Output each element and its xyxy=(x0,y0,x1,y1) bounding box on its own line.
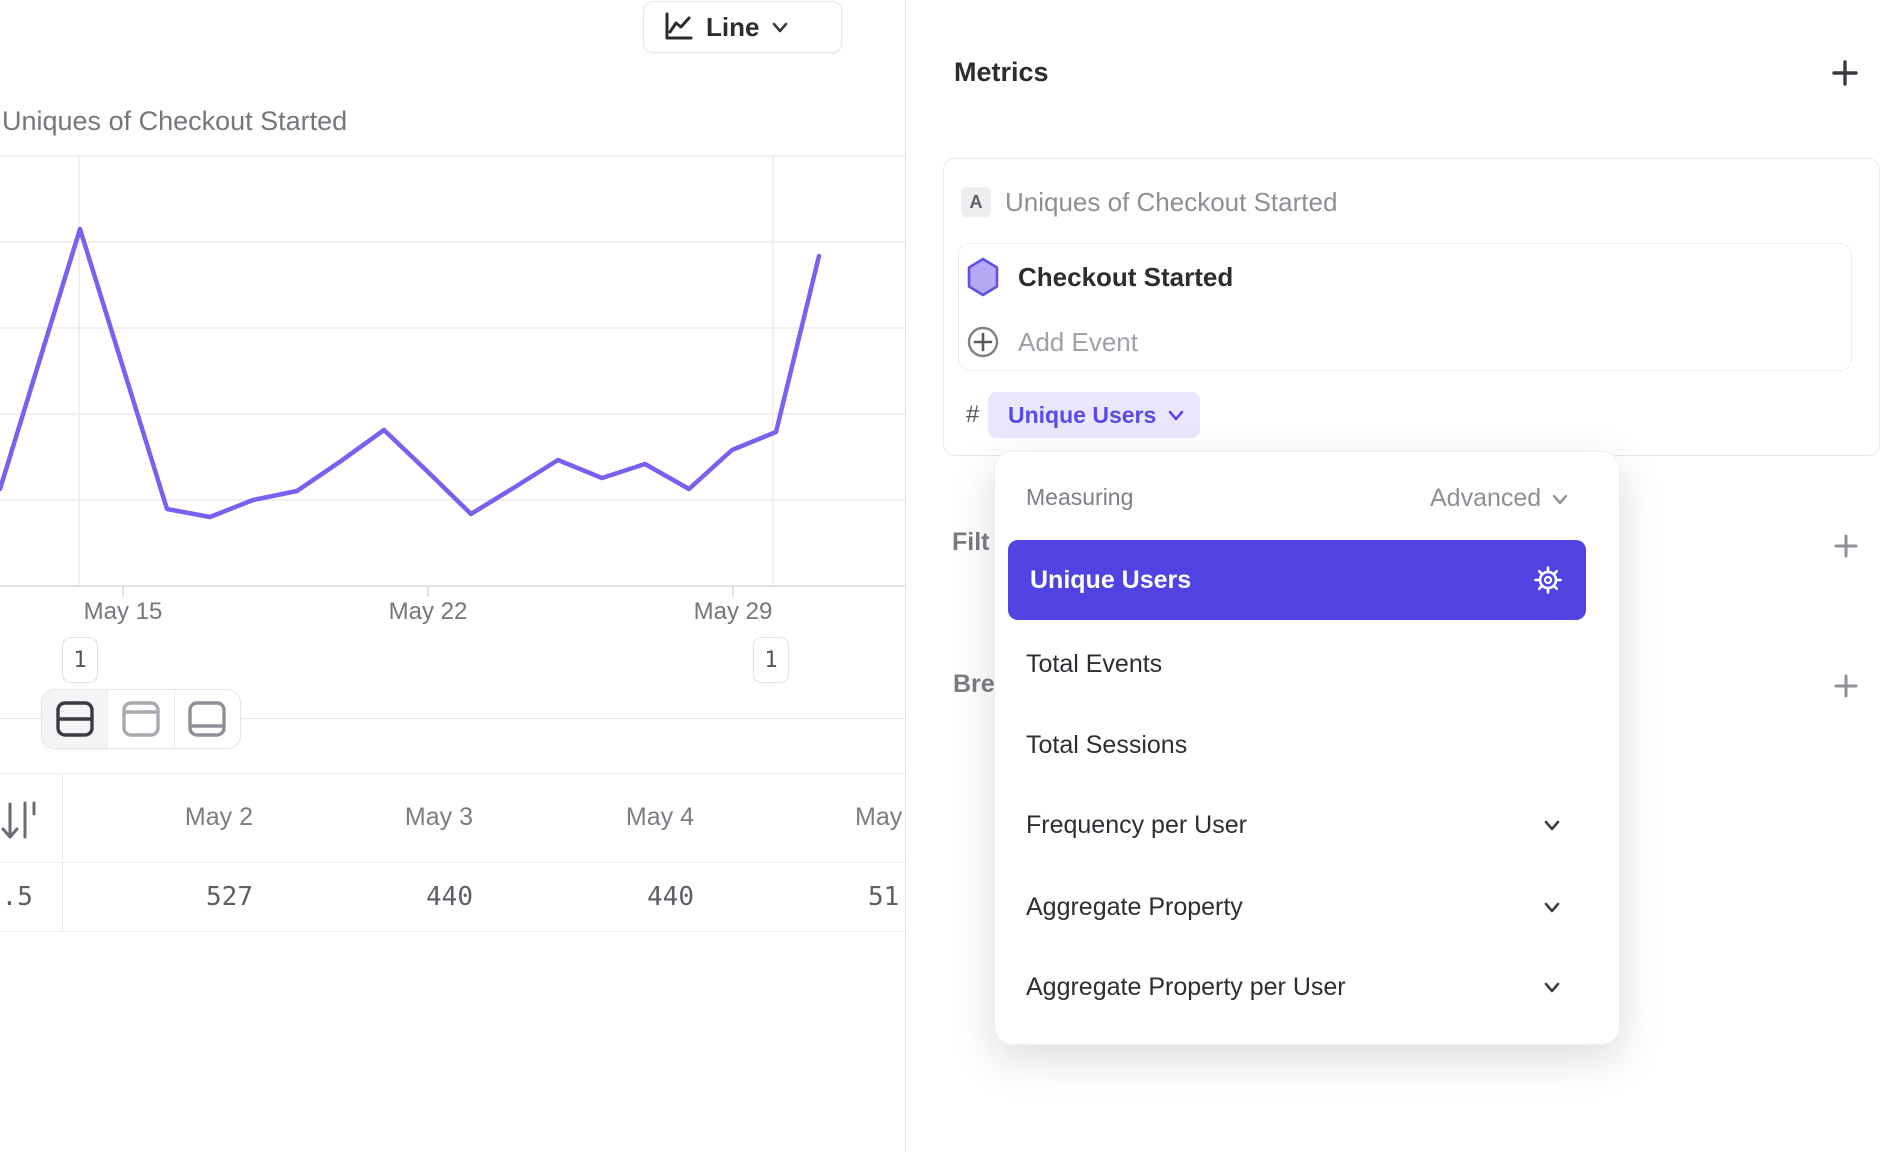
metric-letter-badge: A xyxy=(961,187,991,217)
chevron-down-icon xyxy=(1549,488,1571,510)
table-row-border xyxy=(0,931,905,932)
dropdown-item-total-sessions[interactable]: Total Sessions xyxy=(1008,705,1586,785)
measure-hash-symbol: # xyxy=(966,401,979,429)
chart-title: Uniques of Checkout Started xyxy=(2,106,347,137)
chevron-down-icon xyxy=(1540,895,1564,919)
add-event-button[interactable]: Add Event xyxy=(966,320,1844,364)
layout-chart-only-button[interactable] xyxy=(107,690,173,748)
breakdowns-section-label: Bre xyxy=(953,670,995,699)
dropdown-item-total-events[interactable]: Total Events xyxy=(1008,624,1586,704)
chart-series-line xyxy=(0,229,819,517)
measuring-label: Measuring xyxy=(1026,484,1133,511)
annotation-badge[interactable]: 1 xyxy=(753,637,789,683)
advanced-toggle[interactable]: Advanced xyxy=(1430,484,1598,513)
split-view-icon xyxy=(54,699,96,739)
annotation-badge[interactable]: 1 xyxy=(62,637,98,683)
advanced-label: Advanced xyxy=(1430,484,1541,513)
selected-item-label: Unique Users xyxy=(1030,566,1191,595)
metric-card-title[interactable]: Uniques of Checkout Started xyxy=(1005,187,1337,218)
item-label: Total Events xyxy=(1026,650,1162,679)
measure-selector-chip[interactable]: Unique Users xyxy=(988,392,1200,438)
layout-split-button[interactable] xyxy=(42,690,107,748)
circle-plus-icon xyxy=(966,325,1000,359)
table-cell: 440 xyxy=(253,862,473,931)
add-event-label: Add Event xyxy=(1018,327,1138,358)
chart-type-button[interactable]: Line xyxy=(643,1,842,53)
dropdown-item-unique-users-selected[interactable]: Unique Users xyxy=(1008,540,1586,620)
chart-type-label: Line xyxy=(706,12,759,43)
table-cell: 51 xyxy=(868,862,905,931)
line-chart[interactable] xyxy=(0,140,905,610)
hexagon-event-icon xyxy=(966,257,1000,297)
metrics-section-title: Metrics xyxy=(954,57,1049,88)
table-cell: 440 xyxy=(474,862,694,931)
table-header-cell[interactable]: May xyxy=(855,773,905,862)
dropdown-item-frequency-per-user[interactable]: Frequency per User xyxy=(1008,785,1586,865)
x-axis-label: May 22 xyxy=(389,598,468,626)
layout-table-only-button[interactable] xyxy=(174,690,240,748)
filters-section-label: Filt xyxy=(952,528,990,557)
item-label: Aggregate Property xyxy=(1026,893,1243,922)
x-axis-label: May 29 xyxy=(694,598,773,626)
add-breakdown-button[interactable] xyxy=(1830,670,1862,702)
item-label: Frequency per User xyxy=(1026,811,1247,840)
event-row-checkout-started[interactable]: Checkout Started xyxy=(966,255,1844,299)
chevron-down-icon xyxy=(1540,975,1564,999)
chevron-down-icon xyxy=(1540,813,1564,837)
table-cell: 527 xyxy=(33,862,253,931)
analytics-app: Line Uniques of Checkout Started xyxy=(0,0,1898,1152)
gear-icon[interactable] xyxy=(1532,564,1564,596)
measure-chip-label: Unique Users xyxy=(1008,402,1156,429)
event-name: Checkout Started xyxy=(1018,262,1233,293)
top-bar-icon xyxy=(120,699,162,739)
dropdown-item-aggregate-property-per-user[interactable]: Aggregate Property per User xyxy=(1008,947,1586,1027)
chart-pane: Line Uniques of Checkout Started xyxy=(0,0,905,1152)
item-label: Total Sessions xyxy=(1026,731,1187,760)
table-header-cell[interactable]: May 3 xyxy=(253,773,473,862)
x-axis-label: May 15 xyxy=(84,598,163,626)
chevron-down-icon xyxy=(769,16,791,38)
add-filter-button[interactable] xyxy=(1830,530,1862,562)
chevron-down-icon xyxy=(1166,405,1186,425)
add-metric-button[interactable] xyxy=(1829,57,1861,89)
table-header-cell[interactable]: May 2 xyxy=(33,773,253,862)
dropdown-item-aggregate-property[interactable]: Aggregate Property xyxy=(1008,867,1586,947)
table-header-cell[interactable]: May 4 xyxy=(474,773,694,862)
item-label: Aggregate Property per User xyxy=(1026,973,1346,1002)
line-chart-icon xyxy=(660,9,696,45)
bottom-bar-icon xyxy=(186,699,228,739)
pane-divider xyxy=(905,0,906,1152)
layout-toggle-group xyxy=(41,689,241,749)
